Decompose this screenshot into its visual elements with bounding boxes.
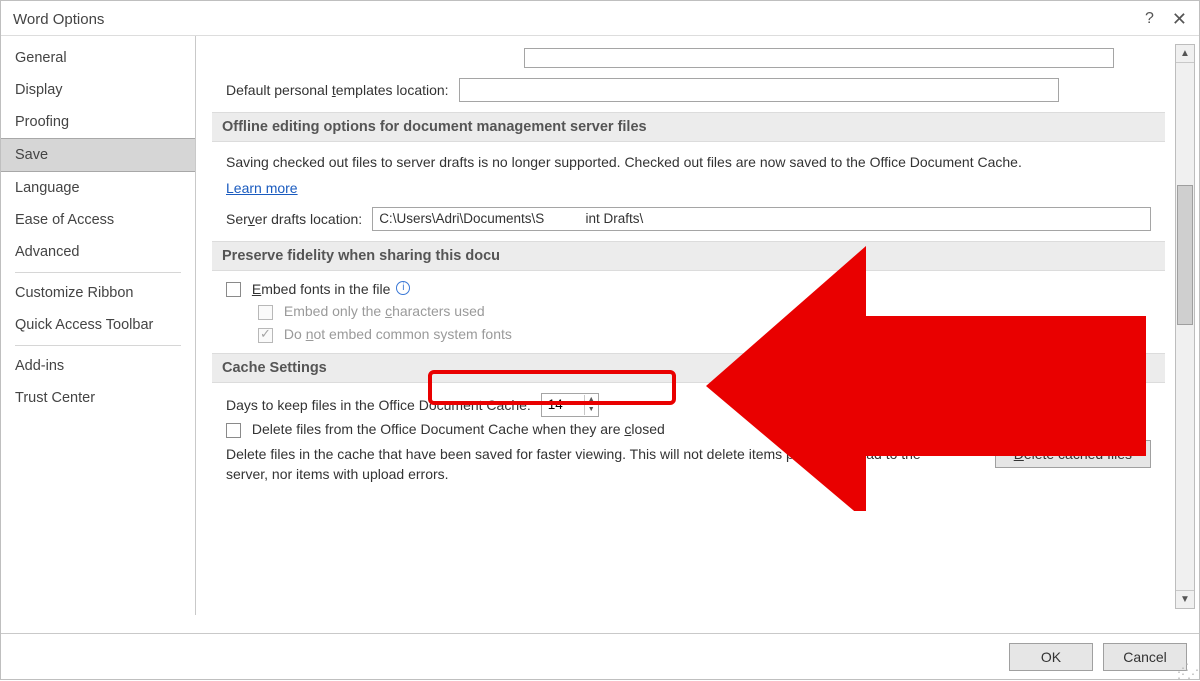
category-sidebar: General Display Proofing Save Language E… [1, 36, 196, 615]
cancel-button[interactable]: Cancel [1103, 643, 1187, 671]
sidebar-item-trust-center[interactable]: Trust Center [1, 382, 195, 414]
sidebar-divider [15, 272, 181, 273]
sidebar-item-add-ins[interactable]: Add-ins [1, 350, 195, 382]
default-templates-label: Default personal templates location: [226, 82, 449, 98]
embed-only-chars-label: Embed only the characters used [284, 303, 485, 319]
titlebar: Word Options ? ✕ [1, 1, 1199, 35]
help-icon[interactable]: ? [1145, 10, 1154, 28]
sidebar-item-customize-ribbon[interactable]: Customize Ribbon [1, 277, 195, 309]
spinner-down-icon[interactable]: ▼ [585, 405, 598, 415]
section-header-offline: Offline editing options for document man… [212, 112, 1165, 142]
dialog-footer: OK Cancel [1, 633, 1199, 679]
ok-button[interactable]: OK [1009, 643, 1093, 671]
sidebar-divider [15, 345, 181, 346]
sidebar-item-ease-of-access[interactable]: Ease of Access [1, 204, 195, 236]
sidebar-item-advanced[interactable]: Advanced [1, 236, 195, 268]
close-icon[interactable]: ✕ [1172, 9, 1187, 30]
options-panel: Default personal templates location: Off… [196, 36, 1199, 615]
sidebar-item-display[interactable]: Display [1, 74, 195, 106]
embed-fonts-checkbox[interactable] [226, 282, 241, 297]
learn-more-link[interactable]: Learn more [226, 180, 298, 196]
do-not-embed-label: Do not embed common system fonts [284, 326, 512, 342]
offline-body-text: Saving checked out files to server draft… [226, 152, 1151, 172]
sidebar-item-save[interactable]: Save [1, 138, 195, 172]
dialog-title: Word Options [13, 11, 104, 28]
delete-on-close-label: Delete files from the Office Document Ca… [252, 421, 665, 437]
resize-grip-icon[interactable]: ⋰⋰⋰ [1177, 665, 1197, 677]
sidebar-item-language[interactable]: Language [1, 172, 195, 204]
sidebar-item-general[interactable]: General [1, 42, 195, 74]
sidebar-item-quick-access-toolbar[interactable]: Quick Access Toolbar [1, 309, 195, 341]
info-icon[interactable]: i [396, 281, 410, 295]
delete-on-close-checkbox[interactable] [226, 423, 241, 438]
embed-fonts-label: Embed fonts in the file [252, 281, 394, 297]
scroll-up-icon[interactable]: ▲ [1176, 45, 1194, 63]
server-drafts-label: Server drafts location: [226, 211, 362, 227]
partial-textbox[interactable] [524, 48, 1114, 68]
word-options-dialog: Word Options ? ✕ General Display Proofin… [0, 0, 1200, 680]
scrollbar-thumb[interactable] [1177, 185, 1193, 325]
scroll-down-icon[interactable]: ▼ [1176, 590, 1194, 608]
default-templates-input[interactable] [459, 78, 1059, 102]
embed-only-chars-checkbox [258, 305, 273, 320]
vertical-scrollbar[interactable]: ▲ ▼ [1175, 44, 1195, 609]
sidebar-item-proofing[interactable]: Proofing [1, 106, 195, 138]
annotation-highlight [428, 370, 676, 405]
annotation-arrow-icon [696, 221, 1166, 511]
do-not-embed-checkbox [258, 328, 273, 343]
